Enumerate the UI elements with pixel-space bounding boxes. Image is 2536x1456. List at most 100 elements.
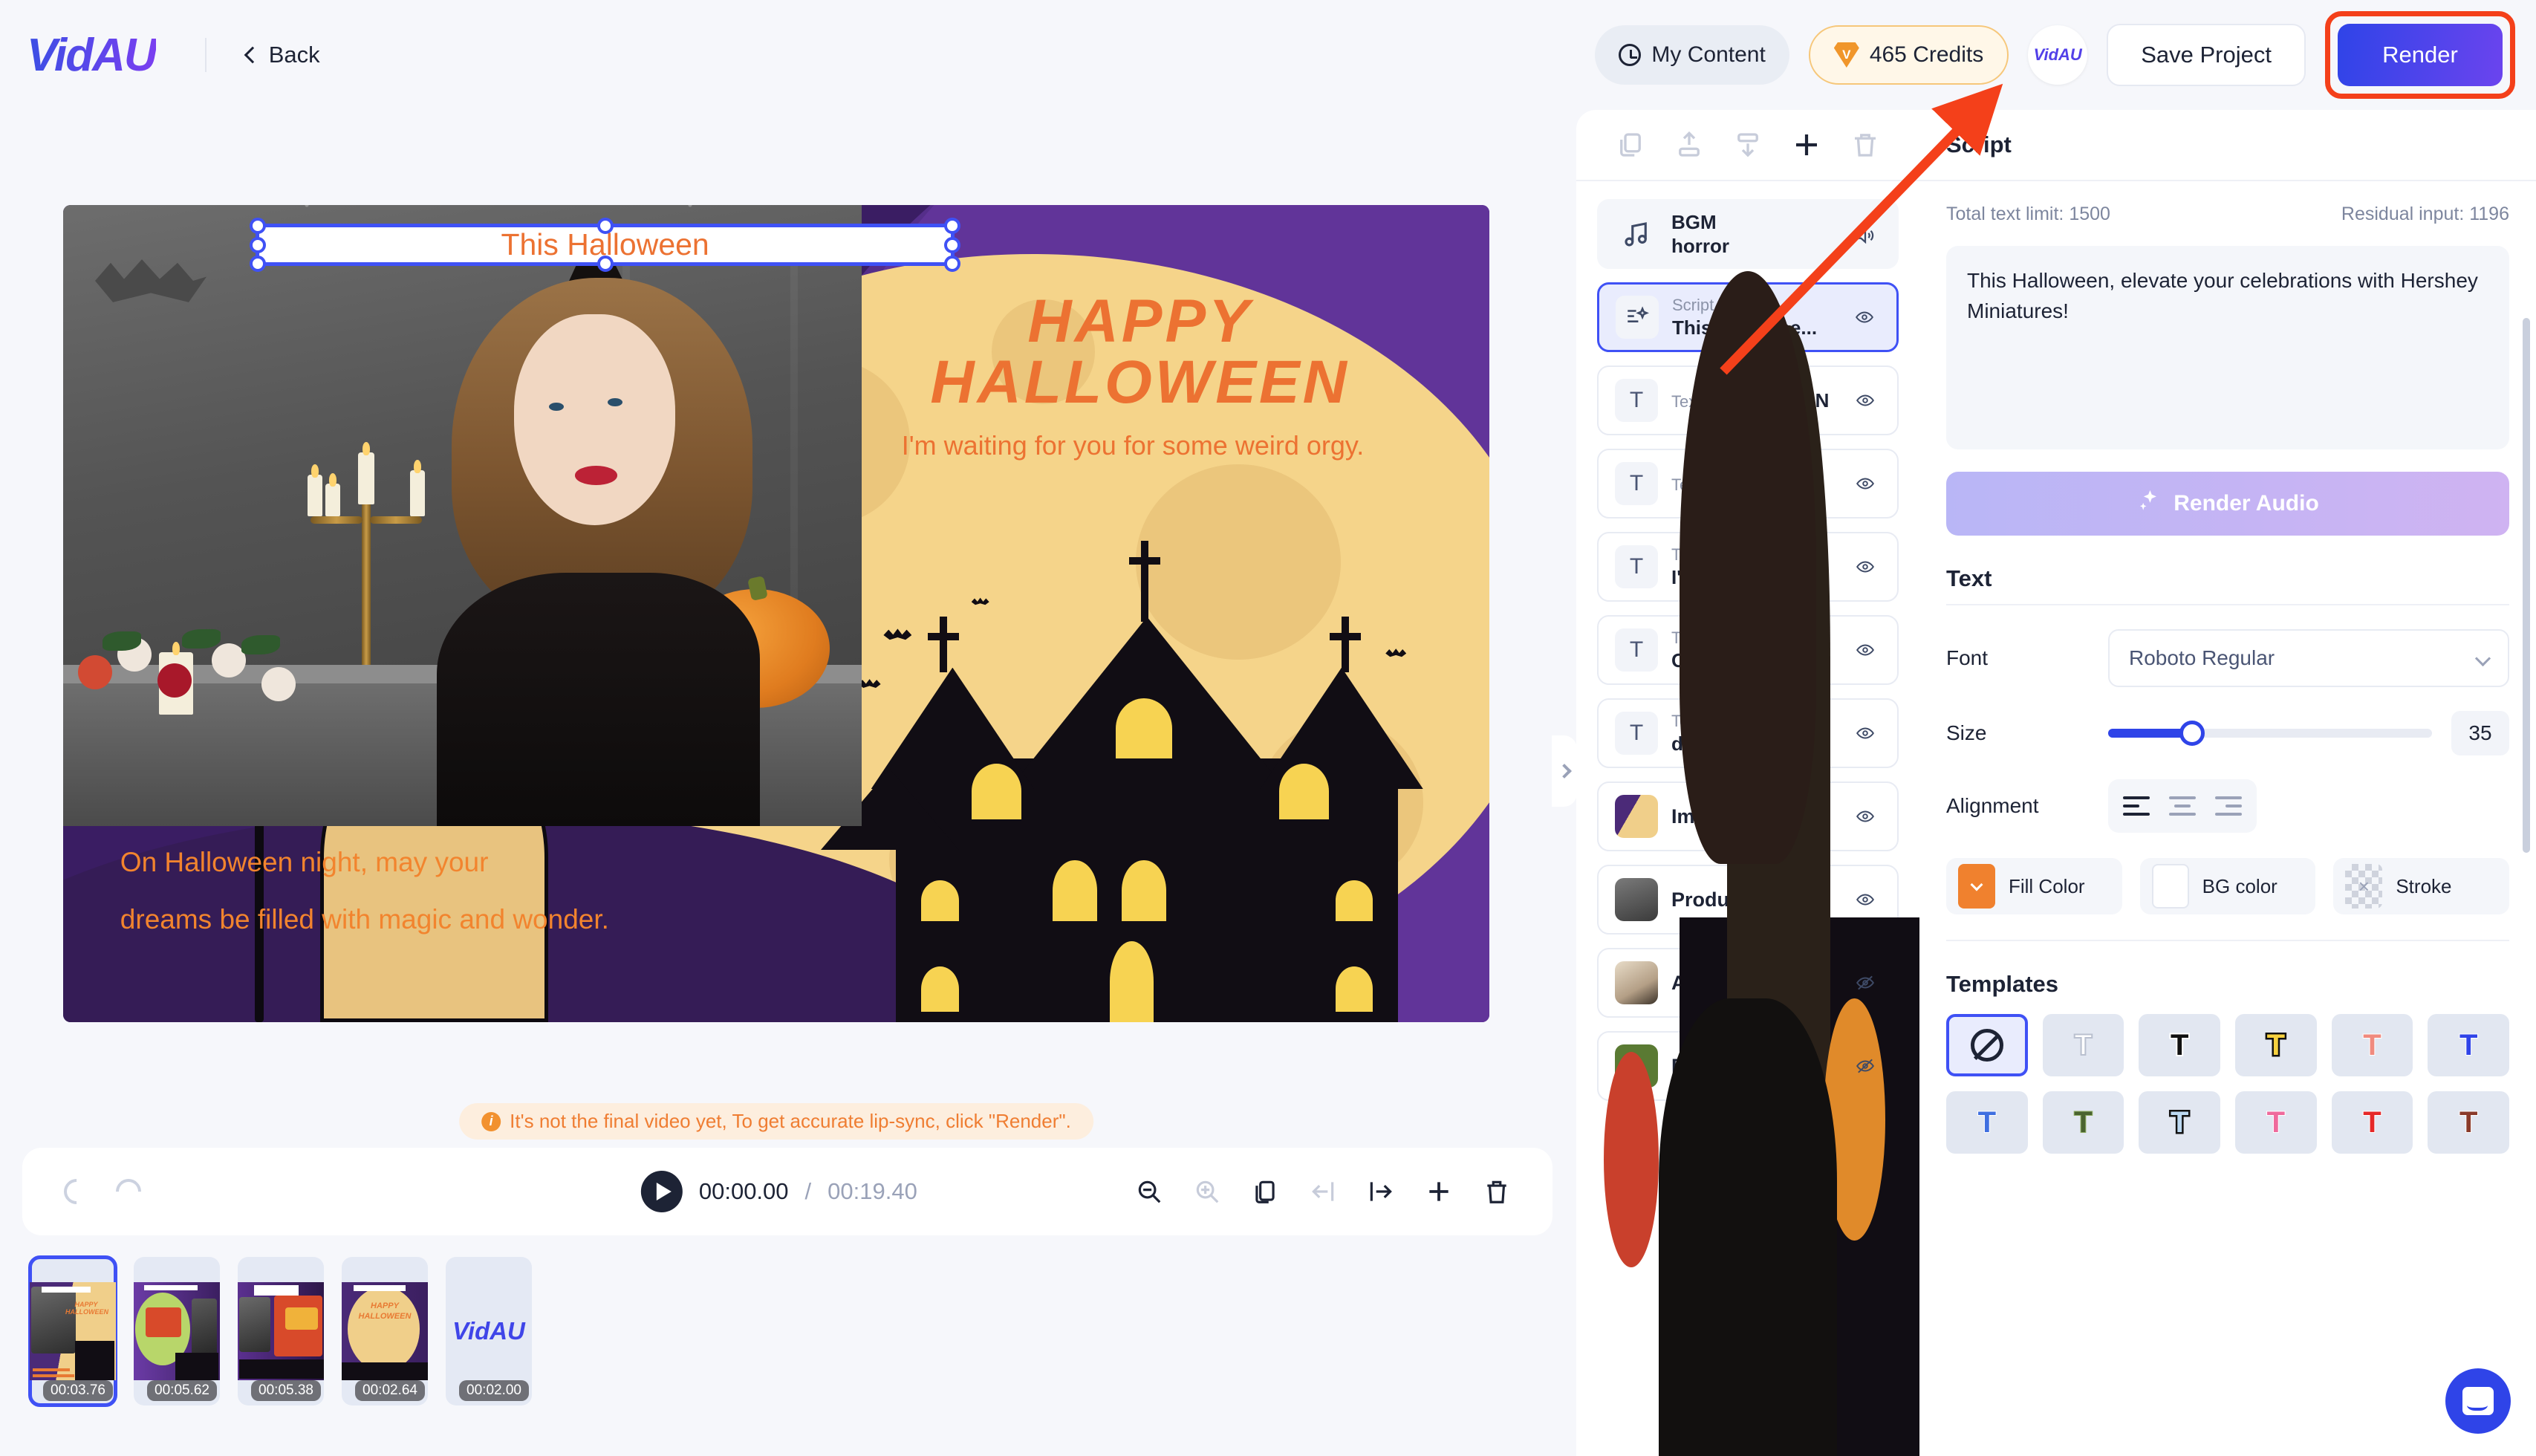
template-option[interactable]: T: [2042, 1091, 2124, 1154]
render-audio-label: Render Audio: [2174, 491, 2319, 516]
eye-icon[interactable]: [1851, 557, 1881, 576]
eye-icon[interactable]: [1851, 890, 1881, 909]
sparkle-icon: [2136, 488, 2162, 519]
chevron-left-icon: [244, 46, 261, 64]
canvas-title-line2: HALLOWEEN: [930, 348, 1350, 416]
house-window: [1335, 880, 1373, 921]
stroke-button[interactable]: Stroke: [2333, 858, 2510, 914]
zoom-in-icon[interactable]: [1193, 1177, 1221, 1206]
zoom-out-icon[interactable]: [1135, 1177, 1163, 1206]
selected-text-object[interactable]: This Halloween: [250, 218, 960, 273]
eye-off-icon[interactable]: [1851, 973, 1881, 992]
font-select[interactable]: Roboto Regular: [2108, 629, 2509, 687]
undo-icon[interactable]: [58, 1173, 95, 1210]
split-left-icon[interactable]: [1309, 1177, 1337, 1206]
split-right-icon[interactable]: [1367, 1177, 1395, 1206]
play-button[interactable]: [640, 1171, 683, 1212]
frame-thumbnail[interactable]: 00:05.38: [238, 1257, 324, 1405]
align-center-button[interactable]: [2162, 787, 2203, 825]
layers-list: BGM horror Script This Hallowee... T Tex…: [1576, 181, 1919, 1456]
woman-model: [414, 224, 782, 826]
eye-off-icon[interactable]: [1851, 1056, 1881, 1076]
panel-scrollbar[interactable]: [2523, 318, 2530, 853]
chat-support-button[interactable]: [2445, 1368, 2511, 1434]
bring-to-front-icon[interactable]: [1674, 129, 1705, 160]
template-option[interactable]: T: [2234, 1014, 2317, 1076]
section-divider: [1946, 940, 2509, 941]
my-content-button[interactable]: My Content: [1595, 25, 1789, 85]
template-option[interactable]: T: [2428, 1014, 2509, 1076]
avatar-thumbnail: [1615, 271, 1838, 1456]
copy-icon[interactable]: [1251, 1177, 1279, 1206]
panel-collapse-toggle[interactable]: [1552, 735, 1577, 807]
add-icon[interactable]: [1425, 1177, 1453, 1206]
delete-layer-icon[interactable]: [1850, 129, 1881, 160]
resize-handle-tc[interactable]: [596, 218, 614, 235]
credits-button[interactable]: V 465 Credits: [1808, 25, 2009, 85]
alignment-group: [2108, 779, 2257, 833]
frame-thumbnail[interactable]: HAPPY HALLOWEEN 00:03.76: [28, 1255, 117, 1407]
section-divider: [1946, 604, 2509, 605]
template-option[interactable]: T: [2331, 1014, 2413, 1076]
delete-icon[interactable]: [1483, 1177, 1511, 1206]
eye-icon[interactable]: [1851, 391, 1881, 410]
text-section-title: Text: [1946, 565, 1992, 591]
size-row: Size 35: [1946, 711, 2509, 755]
current-time: 00:00.00: [698, 1178, 789, 1204]
size-value[interactable]: 35: [2451, 711, 2509, 755]
script-input[interactable]: This Halloween, elevate your celebration…: [1946, 246, 2509, 449]
render-audio-button[interactable]: Render Audio: [1946, 472, 2509, 536]
align-left-button[interactable]: [2116, 787, 2157, 825]
resize-handle-ml[interactable]: [250, 236, 267, 253]
house-window: [1053, 859, 1097, 921]
house-window: [1115, 698, 1172, 759]
size-slider-knob[interactable]: [2179, 721, 2205, 746]
template-option[interactable]: T: [2042, 1014, 2124, 1076]
template-option[interactable]: T: [2331, 1091, 2413, 1154]
eye-icon[interactable]: [1851, 474, 1881, 493]
template-none[interactable]: [1946, 1014, 2028, 1076]
eye-icon[interactable]: [1850, 308, 1880, 327]
frame-thumbnail[interactable]: 00:05.62: [134, 1257, 220, 1405]
fill-color-button[interactable]: Fill Color: [1946, 858, 2122, 914]
duplicate-icon[interactable]: [1615, 129, 1646, 160]
resize-handle-tl[interactable]: [250, 218, 267, 235]
back-button[interactable]: Back: [244, 42, 320, 68]
cross-icon: [928, 617, 960, 673]
video-canvas[interactable]: HAPPY HALLOWEEN I'm waiting for you for …: [63, 205, 1489, 1022]
bat-icon: [1385, 649, 1407, 657]
alignment-row: Alignment: [1946, 779, 2509, 833]
haunted-house-illustration: [820, 516, 1461, 1022]
template-option[interactable]: T: [2139, 1091, 2220, 1154]
align-right-button[interactable]: [2208, 787, 2249, 825]
redo-icon[interactable]: [110, 1173, 147, 1210]
render-button[interactable]: Render: [2338, 24, 2503, 86]
save-project-button[interactable]: Save Project: [2107, 24, 2306, 86]
eye-icon[interactable]: [1851, 640, 1881, 660]
eye-icon[interactable]: [1851, 807, 1881, 826]
resize-handle-bc[interactable]: [596, 256, 614, 273]
leaf: [181, 629, 221, 649]
speaker-icon[interactable]: [1851, 224, 1881, 244]
template-option[interactable]: T: [2428, 1091, 2509, 1154]
canvas-bottom-text[interactable]: On Halloween night, may your dreams be f…: [120, 833, 805, 949]
eye-icon[interactable]: [1851, 724, 1881, 743]
frame-thumbnail[interactable]: HAPPY HALLOWEEN 00:02.64: [342, 1257, 428, 1405]
canvas-subtitle-text[interactable]: I'm waiting for you for some weird orgy.: [790, 430, 1475, 461]
lip-sync-warning: i It's not the final video yet, To get a…: [459, 1103, 1093, 1140]
house-roof-right: [1260, 667, 1423, 790]
add-layer-icon[interactable]: [1791, 129, 1822, 160]
send-to-back-icon[interactable]: [1732, 129, 1763, 160]
layer-item-bgm[interactable]: BGM horror: [1597, 199, 1899, 269]
template-option[interactable]: T: [2234, 1091, 2317, 1154]
frame-thumbnail[interactable]: VidAU 00:02.00: [446, 1257, 532, 1405]
resize-handle-mr[interactable]: [943, 236, 960, 253]
template-option[interactable]: T: [1946, 1091, 2028, 1154]
canvas-title-text[interactable]: HAPPY HALLOWEEN: [840, 290, 1439, 416]
size-slider-track[interactable]: [2108, 721, 2432, 746]
bg-color-button[interactable]: BG color: [2139, 858, 2316, 914]
brand-badge-button[interactable]: VidAU: [2028, 25, 2088, 85]
template-option[interactable]: T: [2139, 1014, 2220, 1076]
timeline-bar: 00:00.00 / 00:19.40: [22, 1148, 1553, 1235]
product-image-photo: [63, 205, 862, 826]
